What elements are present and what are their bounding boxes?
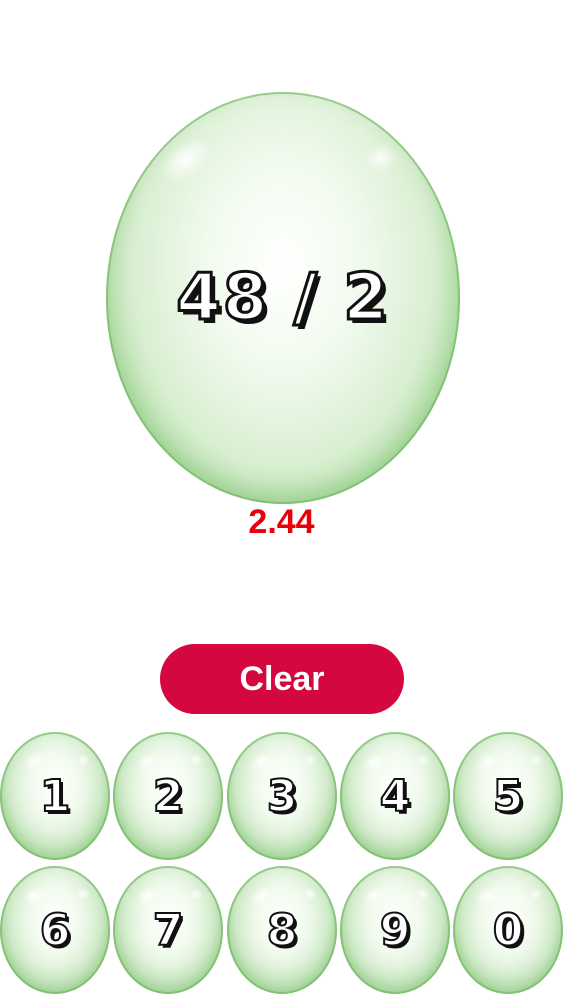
key-9[interactable]: 9 — [340, 866, 450, 994]
key-7[interactable]: 7 — [113, 866, 223, 994]
key-label: 8 — [266, 904, 299, 957]
key-label: 3 — [266, 770, 299, 823]
key-label: 7 — [152, 904, 185, 957]
key-label: 1 — [39, 770, 72, 823]
key-label: 6 — [39, 904, 72, 957]
answer-display: 2.44 — [248, 503, 315, 541]
key-1[interactable]: 1 — [0, 732, 110, 860]
key-label: 2 — [152, 770, 185, 823]
key-4[interactable]: 4 — [340, 732, 450, 860]
problem-text: 48 / 2 — [175, 260, 390, 337]
key-label: 4 — [379, 770, 412, 823]
problem-bubble: 48 / 2 — [106, 92, 460, 504]
key-2[interactable]: 2 — [113, 732, 223, 860]
key-label: 9 — [379, 904, 412, 957]
key-3[interactable]: 3 — [227, 732, 337, 860]
key-label: 5 — [492, 770, 525, 823]
clear-button[interactable]: Clear — [160, 644, 404, 714]
key-0[interactable]: 0 — [453, 866, 563, 994]
key-8[interactable]: 8 — [227, 866, 337, 994]
key-6[interactable]: 6 — [0, 866, 110, 994]
key-label: 0 — [492, 904, 525, 957]
key-5[interactable]: 5 — [453, 732, 563, 860]
